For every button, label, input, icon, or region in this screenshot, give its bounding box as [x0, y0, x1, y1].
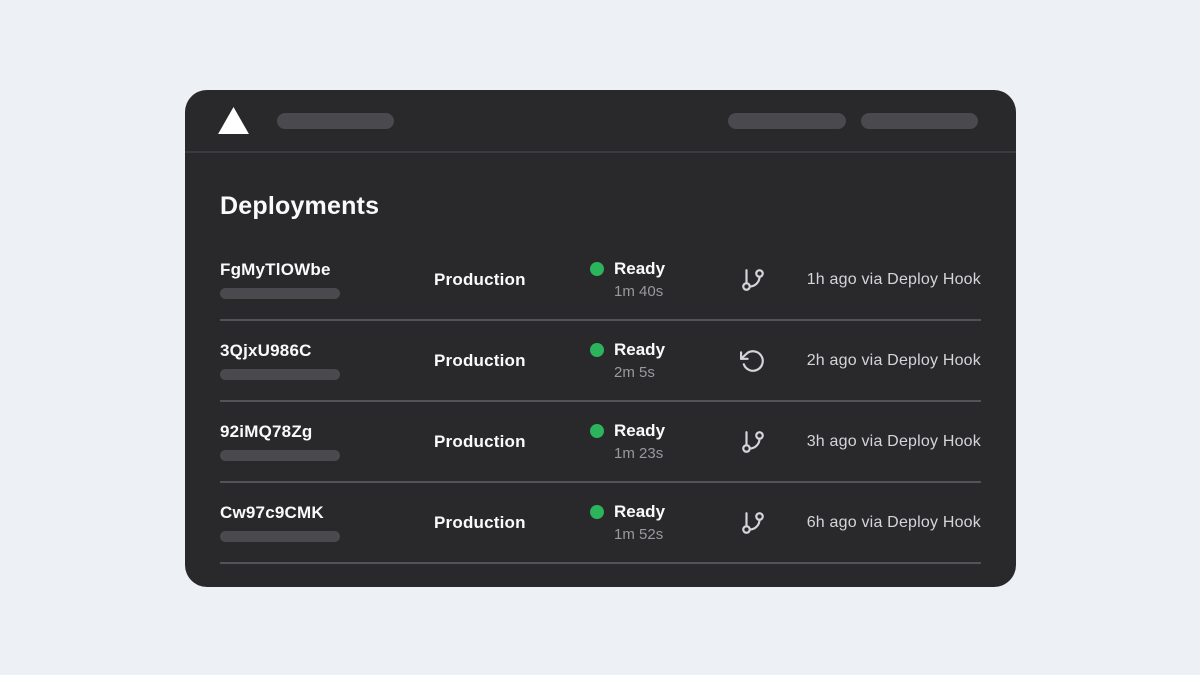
status-label: Ready: [614, 339, 665, 361]
nav-placeholder-pill: [861, 113, 978, 129]
deployment-id-cell: 92iMQ78Zg: [220, 423, 434, 461]
branch-placeholder-bar: [220, 531, 340, 542]
nav-placeholder-pill: [277, 113, 394, 129]
git-branch-icon: [740, 267, 766, 293]
deployment-source-cell: [740, 348, 786, 374]
status-text: Ready 1m 52s: [614, 501, 665, 544]
deployment-row[interactable]: Cw97c9CMK Production Ready 1m 52s: [220, 483, 981, 564]
build-duration: 1m 52s: [614, 526, 665, 544]
deployment-status: Ready 2m 5s: [590, 339, 740, 382]
status-ready-dot: [590, 505, 604, 519]
status-ready-dot: [590, 262, 604, 276]
page-title: Deployments: [220, 193, 981, 220]
build-duration: 2m 5s: [614, 364, 665, 382]
deployment-id-cell: FgMyTlOWbe: [220, 261, 434, 299]
status-label: Ready: [614, 258, 665, 280]
status-label: Ready: [614, 420, 665, 442]
deployment-id: FgMyTlOWbe: [220, 261, 434, 279]
deployment-meta: 6h ago via Deploy Hook: [786, 514, 981, 532]
deployment-status: Ready 1m 40s: [590, 258, 740, 301]
deployment-id: 3QjxU986C: [220, 342, 434, 360]
deployments-list: FgMyTlOWbe Production Ready 1m 40s: [220, 240, 981, 564]
deployment-status: Ready 1m 52s: [590, 501, 740, 544]
deployment-source-cell: [740, 267, 786, 293]
deployment-environment: Production: [434, 351, 590, 371]
deployment-id: 92iMQ78Zg: [220, 423, 434, 441]
deployments-card: Deployments FgMyTlOWbe Production Ready …: [185, 90, 1016, 587]
status-text: Ready 2m 5s: [614, 339, 665, 382]
branch-placeholder-bar: [220, 369, 340, 380]
build-duration: 1m 23s: [614, 445, 665, 463]
deployment-environment: Production: [434, 270, 590, 290]
deployment-row[interactable]: 3QjxU986C Production Ready 2m 5s: [220, 321, 981, 402]
status-label: Ready: [614, 501, 665, 523]
branch-placeholder-bar: [220, 450, 340, 461]
card-body: Deployments FgMyTlOWbe Production Ready …: [185, 193, 1016, 564]
status-text: Ready 1m 40s: [614, 258, 665, 301]
deployment-row[interactable]: FgMyTlOWbe Production Ready 1m 40s: [220, 240, 981, 321]
nav-placeholder-pill: [728, 113, 846, 129]
git-branch-icon: [740, 510, 766, 536]
rotate-ccw-icon: [740, 348, 766, 374]
status-ready-dot: [590, 343, 604, 357]
deployment-id-cell: 3QjxU986C: [220, 342, 434, 380]
status-text: Ready 1m 23s: [614, 420, 665, 463]
git-branch-icon: [740, 429, 766, 455]
deployment-id: Cw97c9CMK: [220, 504, 434, 522]
deployment-row[interactable]: 92iMQ78Zg Production Ready 1m 23s: [220, 402, 981, 483]
branch-placeholder-bar: [220, 288, 340, 299]
build-duration: 1m 40s: [614, 283, 665, 301]
app-header: [185, 90, 1016, 153]
deployment-environment: Production: [434, 513, 590, 533]
deployment-meta: 2h ago via Deploy Hook: [786, 352, 981, 370]
deployment-environment: Production: [434, 432, 590, 452]
deployment-meta: 1h ago via Deploy Hook: [786, 271, 981, 289]
deployment-source-cell: [740, 429, 786, 455]
vercel-triangle-logo-icon[interactable]: [218, 107, 249, 134]
deployment-id-cell: Cw97c9CMK: [220, 504, 434, 542]
deployment-meta: 3h ago via Deploy Hook: [786, 433, 981, 451]
deployment-status: Ready 1m 23s: [590, 420, 740, 463]
status-ready-dot: [590, 424, 604, 438]
deployment-source-cell: [740, 510, 786, 536]
